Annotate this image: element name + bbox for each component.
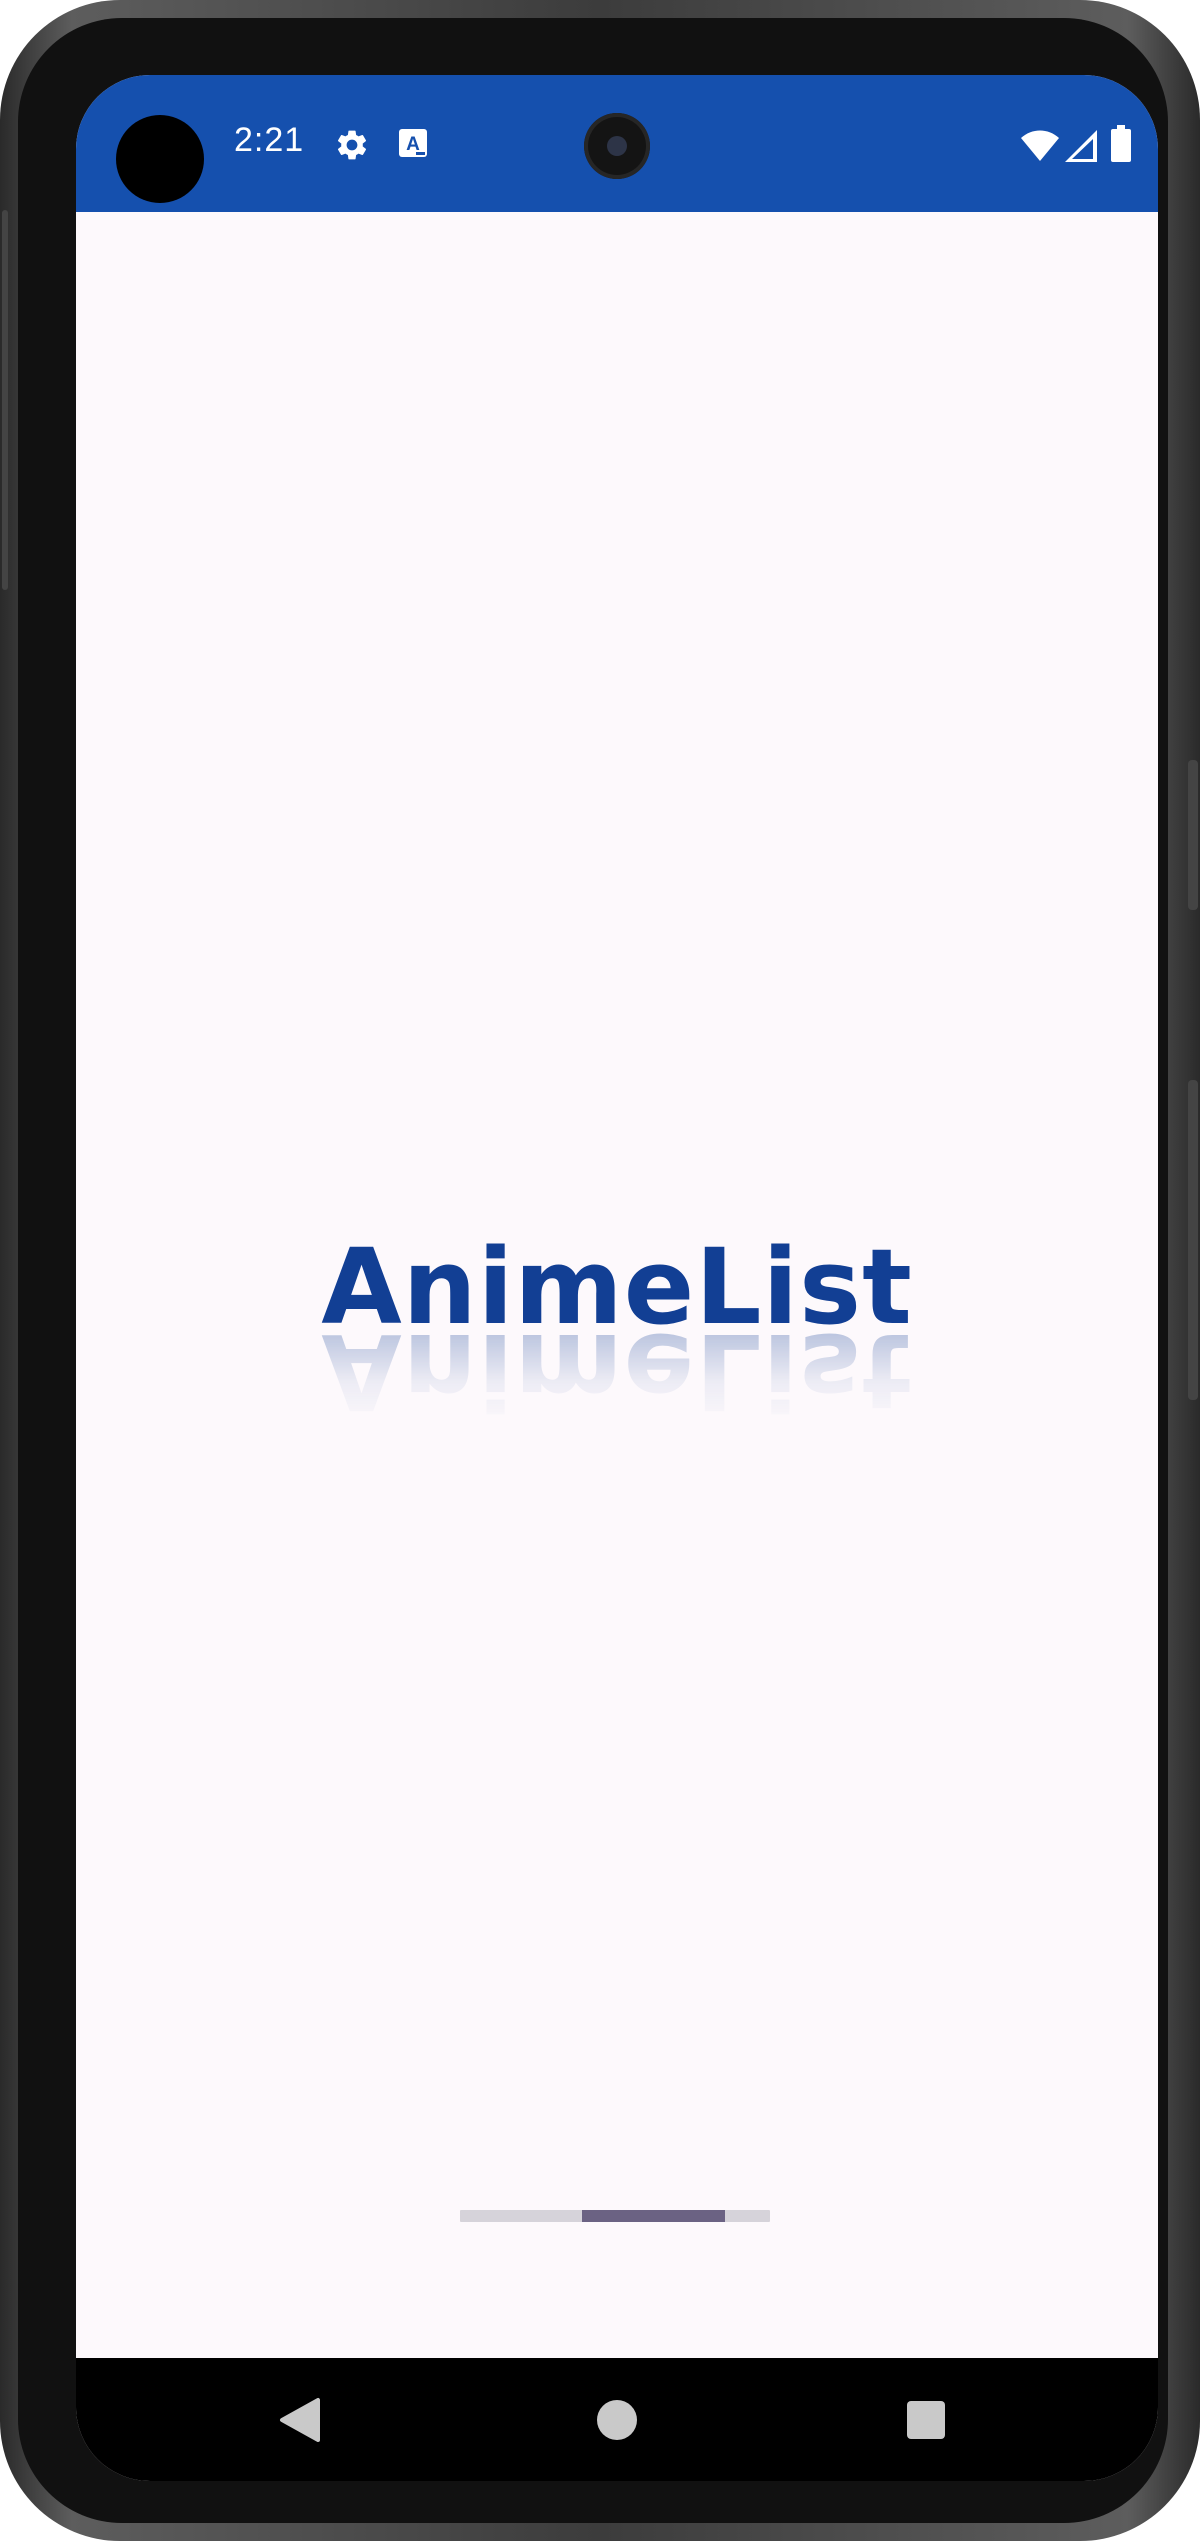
loading-progress-indicator	[582, 2210, 725, 2222]
power-button	[1188, 760, 1198, 910]
settings-gear-icon	[334, 127, 370, 168]
splash-screen: AnimeList AnimeList	[76, 212, 1158, 2358]
wifi-icon	[1020, 129, 1060, 168]
side-button-left-top	[2, 210, 8, 590]
home-circle-icon	[597, 2399, 637, 2440]
recents-square-icon	[907, 2400, 945, 2439]
status-bar: 2:21 A	[76, 75, 1158, 212]
front-camera	[584, 113, 650, 179]
battery-icon	[1110, 125, 1132, 168]
loading-progress-track	[460, 2210, 770, 2222]
volume-button	[1188, 1080, 1198, 1400]
home-button[interactable]	[547, 2358, 687, 2481]
status-time: 2:21	[234, 121, 305, 159]
phone-device-frame: 2:21 A AnimeList AnimeList	[0, 0, 1200, 2541]
phone-bezel: 2:21 A AnimeList AnimeList	[18, 18, 1168, 2523]
back-triangle-icon	[280, 2397, 320, 2442]
recents-button[interactable]	[856, 2358, 996, 2481]
back-button[interactable]	[230, 2358, 370, 2481]
screen: 2:21 A AnimeList AnimeList	[76, 75, 1158, 2481]
cell-signal-icon	[1064, 129, 1098, 168]
navigation-bar	[76, 2358, 1158, 2481]
front-sensor-cutout	[116, 115, 204, 203]
text-a-icon: A	[398, 128, 428, 165]
app-logo: AnimeList AnimeList	[76, 1232, 1158, 1432]
logo-reflection: AnimeList	[321, 1310, 913, 1432]
svg-text:A: A	[406, 134, 420, 155]
